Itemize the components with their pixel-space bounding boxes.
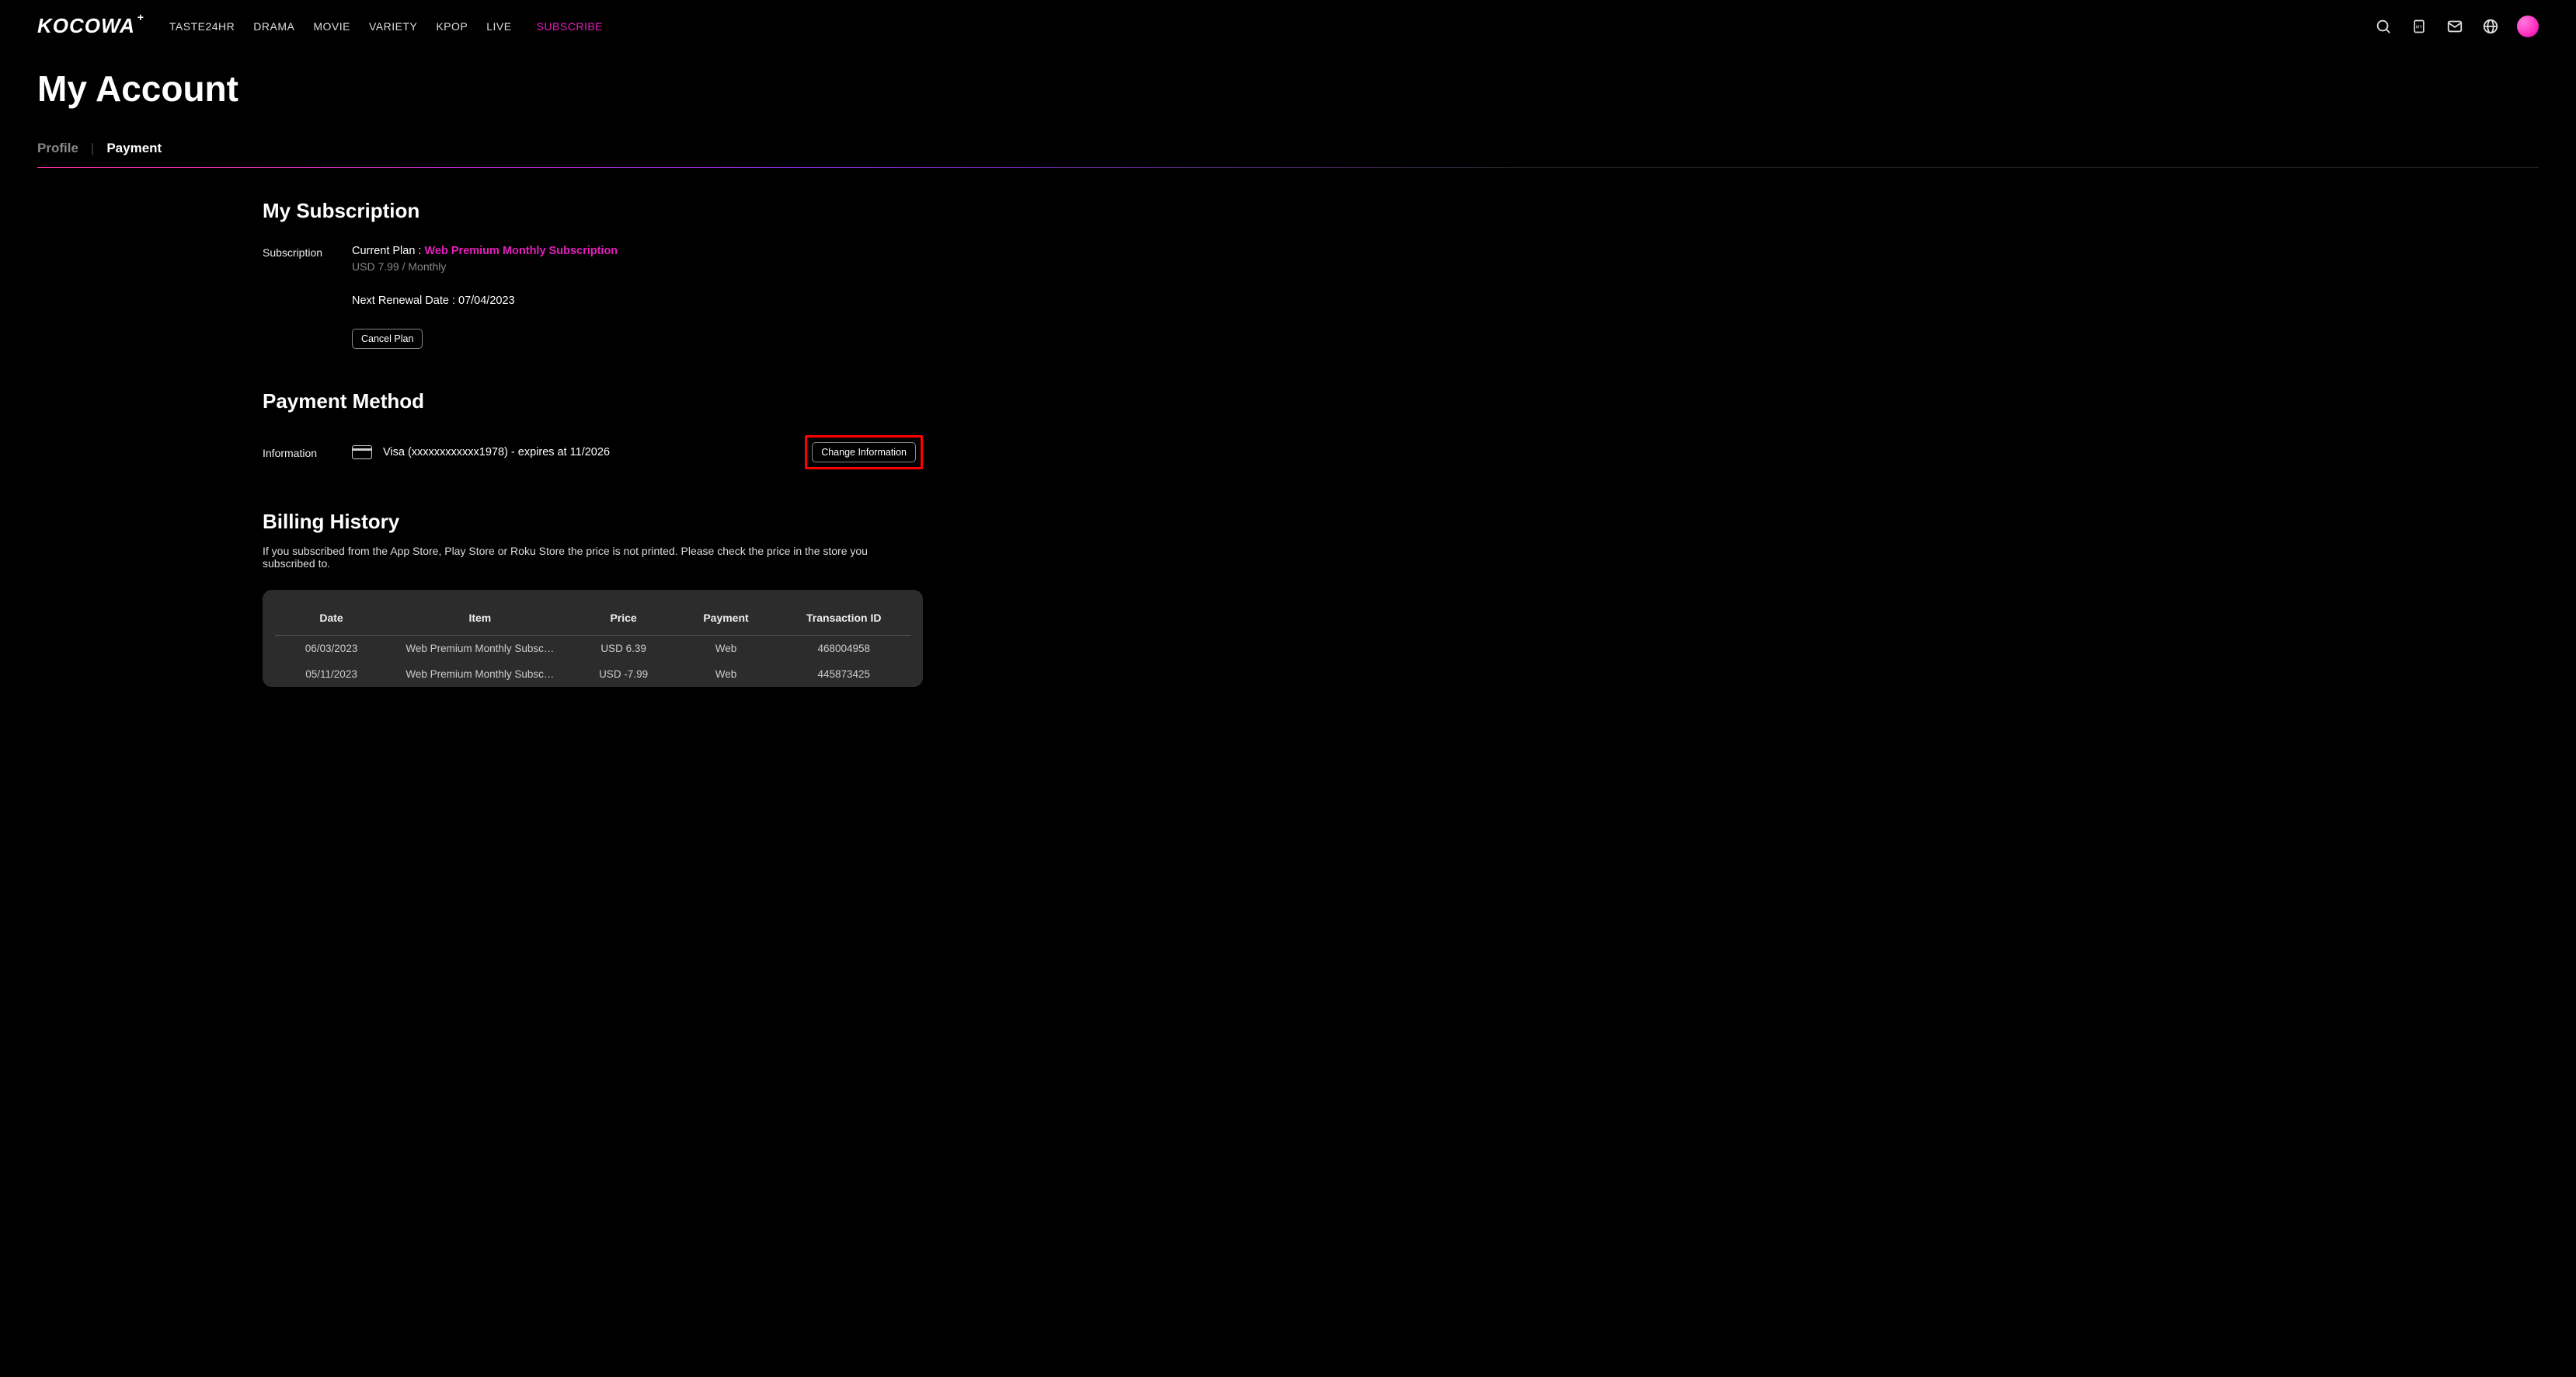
table-row: 06/03/2023 Web Premium Monthly Subsc… US… (263, 636, 923, 661)
subscription-heading: My Subscription (263, 199, 923, 223)
tab-separator: | (91, 141, 94, 156)
change-info-highlight: Change Information (805, 435, 923, 469)
col-transaction-id: Transaction ID (777, 612, 910, 624)
nav-live[interactable]: LIVE (486, 20, 511, 33)
billing-history-heading: Billing History (263, 510, 923, 534)
nav-taste24hr[interactable]: TASTE24HR (169, 20, 235, 33)
plan-price: USD 7.99 / Monthly (352, 260, 923, 273)
cancel-plan-button[interactable]: Cancel Plan (352, 329, 423, 349)
page-title: My Account (37, 68, 2539, 110)
current-plan-name: Web Premium Monthly Subscription (425, 245, 618, 257)
subscription-label: Subscription (263, 245, 352, 259)
cell-item: Web Premium Monthly Subsc… (388, 668, 572, 680)
cell-payment: Web (675, 643, 778, 654)
cell-date: 05/11/2023 (275, 668, 388, 680)
main-nav: TASTE24HR DRAMA MOVIE VARIETY KPOP LIVE … (169, 20, 603, 33)
table-row: 05/11/2023 Web Premium Monthly Subsc… US… (263, 661, 923, 687)
avatar[interactable] (2517, 16, 2539, 37)
tab-profile[interactable]: Profile (37, 141, 78, 156)
app-header: KOCOWA TASTE24HR DRAMA MOVIE VARIETY KPO… (0, 0, 2576, 52)
cell-transaction-id: 445873425 (777, 668, 910, 680)
nav-movie[interactable]: MOVIE (313, 20, 350, 33)
svg-text:MY: MY (2416, 25, 2423, 30)
card-details: Visa (xxxxxxxxxxxx1978) - expires at 11/… (383, 446, 610, 458)
nav-drama[interactable]: DRAMA (253, 20, 294, 33)
col-date: Date (275, 612, 388, 624)
next-renewal-date: Next Renewal Date : 07/04/2023 (352, 295, 923, 307)
current-plan-prefix: Current Plan : (352, 245, 425, 257)
watchlist-icon[interactable]: MY (2410, 17, 2428, 36)
nav-kpop[interactable]: KPOP (436, 20, 468, 33)
cell-item: Web Premium Monthly Subsc… (388, 643, 572, 654)
mail-icon[interactable] (2445, 17, 2464, 36)
payment-method-heading: Payment Method (263, 389, 923, 413)
cell-transaction-id: 468004958 (777, 643, 910, 654)
search-icon[interactable] (2374, 17, 2393, 36)
nav-subscribe[interactable]: SUBSCRIBE (537, 20, 603, 33)
tab-payment[interactable]: Payment (106, 141, 162, 156)
change-information-button[interactable]: Change Information (812, 442, 916, 462)
logo[interactable]: KOCOWA (37, 14, 135, 38)
cell-payment: Web (675, 668, 778, 680)
billing-table-head: Date Item Price Payment Transaction ID (275, 604, 910, 636)
cell-price: USD 6.39 (573, 643, 675, 654)
nav-variety[interactable]: VARIETY (369, 20, 417, 33)
col-payment: Payment (675, 612, 778, 624)
header-icons: MY (2374, 16, 2539, 37)
card-icon (352, 445, 372, 459)
cell-price: USD -7.99 (573, 668, 675, 680)
globe-icon[interactable] (2481, 17, 2500, 36)
cell-date: 06/03/2023 (275, 643, 388, 654)
billing-history-note: If you subscribed from the App Store, Pl… (263, 545, 923, 570)
billing-table: Date Item Price Payment Transaction ID 0… (263, 590, 923, 687)
col-price: Price (573, 612, 675, 624)
payment-info-label: Information (263, 445, 352, 459)
account-tabs: Profile | Payment (37, 141, 2539, 168)
col-item: Item (388, 612, 572, 624)
